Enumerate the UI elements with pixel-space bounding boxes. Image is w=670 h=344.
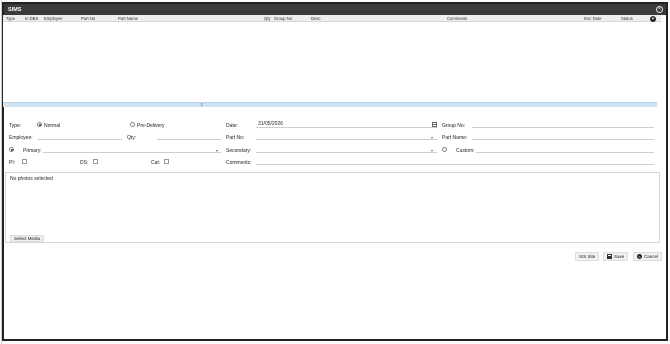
qty-label: Qty: bbox=[127, 135, 137, 141]
col-desc[interactable]: Desc bbox=[311, 16, 321, 21]
secondary-label: Secondary: bbox=[226, 148, 252, 154]
cat-label: Cat: bbox=[151, 160, 161, 166]
cat-checkbox[interactable] bbox=[164, 159, 169, 164]
save-label: Save bbox=[614, 253, 625, 259]
type-label: Type: bbox=[9, 123, 22, 129]
cancel-icon: × bbox=[637, 254, 642, 259]
col-qty[interactable]: Qty bbox=[264, 16, 271, 21]
grid-body bbox=[3, 22, 661, 102]
dialog-titlebar: SIMS × bbox=[4, 4, 666, 15]
col-doc-date[interactable]: Doc Date bbox=[584, 16, 601, 21]
comments-field[interactable] bbox=[256, 158, 654, 165]
col-in-dbs[interactable]: In DBS bbox=[25, 16, 38, 21]
plus-circle-icon[interactable]: + bbox=[650, 15, 656, 22]
col-part-no[interactable]: Part No bbox=[81, 16, 95, 21]
sims-grid: Type In DBS Employee Part No Part Name Q… bbox=[3, 15, 661, 107]
type-normal-label: Normal bbox=[44, 123, 61, 129]
save-button[interactable]: Save bbox=[603, 252, 629, 261]
ds-checkbox[interactable] bbox=[93, 159, 98, 164]
type-predelivery-label: Pre-Delivery bbox=[137, 123, 165, 129]
primary-label: Primary: bbox=[23, 148, 42, 154]
comments-label: Comments: bbox=[226, 160, 252, 166]
select-media-button[interactable]: Select Media bbox=[10, 235, 45, 242]
cancel-button[interactable]: × Cancel bbox=[633, 252, 663, 261]
col-status[interactable]: Status bbox=[621, 16, 633, 21]
date-label: Date: bbox=[226, 123, 238, 129]
grid-splitter[interactable]: ⇕ bbox=[3, 102, 657, 107]
employee-field[interactable] bbox=[38, 133, 122, 140]
calendar-icon[interactable] bbox=[432, 122, 437, 127]
custom-label: Custom: bbox=[456, 148, 475, 154]
primary-radio[interactable] bbox=[9, 147, 14, 152]
part-no-label: Part No: bbox=[226, 135, 245, 141]
col-group-no[interactable]: Group No bbox=[274, 16, 292, 21]
photos-panel: No photos selected Select Media bbox=[5, 172, 660, 243]
group-no-field[interactable] bbox=[472, 121, 654, 128]
pi-checkbox[interactable] bbox=[22, 159, 27, 164]
part-name-label: Part Name: bbox=[442, 135, 468, 141]
pi-label: PI: bbox=[9, 160, 16, 166]
secondary-select[interactable] bbox=[256, 146, 437, 153]
ds-label: DS: bbox=[80, 160, 89, 166]
grid-header: Type In DBS Employee Part No Part Name Q… bbox=[3, 15, 661, 22]
sis-site-button[interactable]: SIS Site bbox=[575, 252, 600, 261]
close-icon[interactable]: × bbox=[656, 6, 663, 13]
col-employee[interactable]: Employee bbox=[44, 16, 63, 21]
photos-empty-message: No photos selected bbox=[10, 176, 53, 182]
primary-select[interactable] bbox=[43, 146, 221, 153]
chevron-down-icon[interactable]: ▾ bbox=[431, 148, 433, 153]
part-name-field[interactable] bbox=[472, 133, 654, 140]
col-comments[interactable]: Comments bbox=[447, 16, 467, 21]
type-normal-radio[interactable] bbox=[37, 122, 42, 127]
custom-field[interactable] bbox=[476, 146, 654, 153]
col-type[interactable]: Type bbox=[6, 16, 15, 21]
part-no-select[interactable] bbox=[256, 133, 437, 140]
col-part-name[interactable]: Part Name bbox=[118, 16, 138, 21]
dialog-title: SIMS bbox=[8, 6, 22, 13]
chevron-down-icon[interactable]: ▾ bbox=[216, 148, 218, 153]
employee-label: Employee: bbox=[9, 135, 33, 141]
cancel-label: Cancel bbox=[644, 253, 659, 259]
group-no-label: Group No: bbox=[442, 123, 466, 129]
type-predelivery-radio[interactable] bbox=[130, 122, 135, 127]
grip-icon[interactable]: ⇕ bbox=[200, 103, 203, 107]
chevron-down-icon[interactable]: ▾ bbox=[431, 135, 433, 140]
save-icon bbox=[607, 254, 612, 259]
qty-field[interactable] bbox=[157, 133, 221, 140]
custom-radio[interactable] bbox=[442, 147, 447, 152]
date-field[interactable]: 31/05/2026 bbox=[256, 121, 437, 128]
sis-site-label: SIS Site bbox=[579, 253, 596, 259]
